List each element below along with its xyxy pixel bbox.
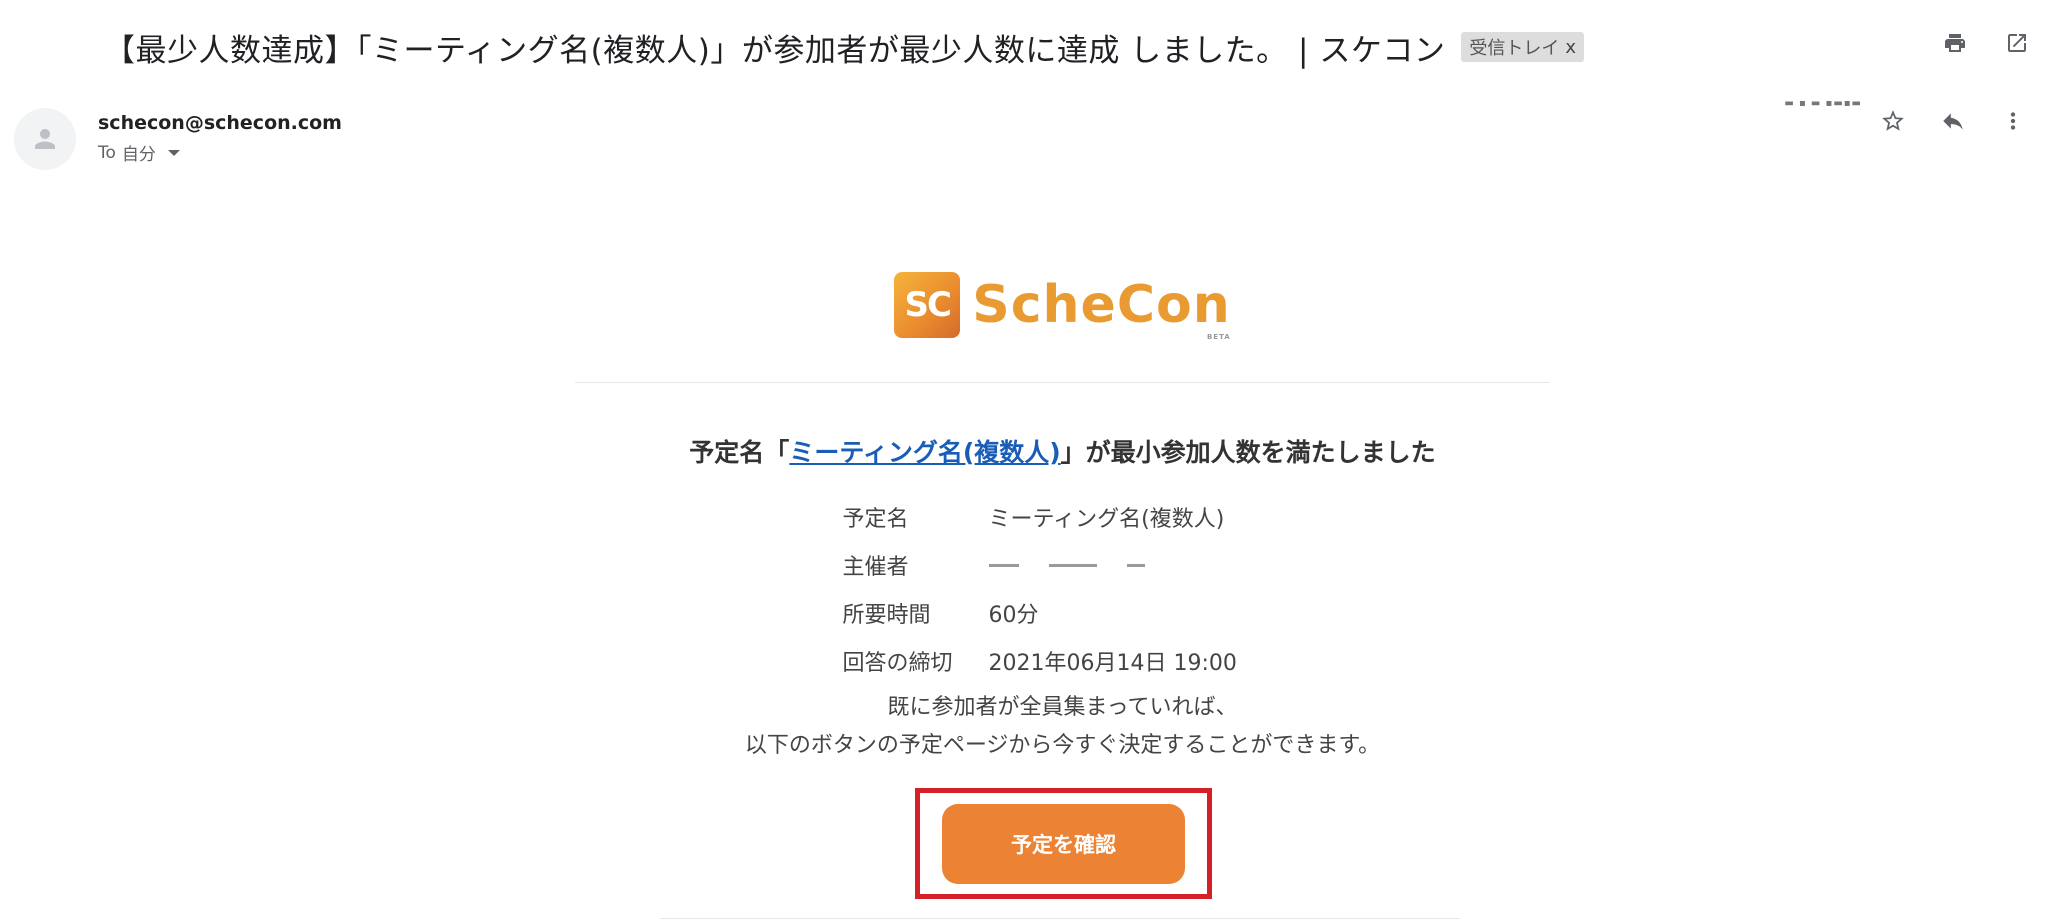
bottom-divider xyxy=(660,918,1460,919)
reply-icon[interactable] xyxy=(1938,106,1968,136)
redacted-mark xyxy=(988,564,1019,567)
schecon-logo: SC ScheCon BETA xyxy=(575,260,1550,350)
label-chip-close-icon[interactable]: x xyxy=(1565,37,1576,58)
confirm-schedule-button[interactable]: 予定を確認 xyxy=(942,803,1185,884)
detail-value: 60分 xyxy=(988,603,1039,628)
logo-text: ScheCon xyxy=(972,275,1231,335)
redacted-mark xyxy=(1126,564,1145,567)
logo-wordmark: ScheCon BETA xyxy=(972,275,1231,341)
avatar-person-icon xyxy=(35,129,55,149)
star-icon[interactable] xyxy=(1878,106,1908,136)
open-new-window-icon[interactable] xyxy=(2002,28,2032,58)
recipient-line: To 自分 xyxy=(98,140,180,165)
recipient-prefix: To xyxy=(98,142,116,163)
detail-label: 所要時間 xyxy=(842,603,931,628)
headline-prefix: 予定名「 xyxy=(689,438,790,467)
date-text-redacted: ▬ ▪ ▬ ▪▬▪▬ xyxy=(1784,98,1862,109)
note-line-1: 既に参加者が全員集まっていれば、 xyxy=(887,695,1238,720)
event-details: 予定名 ミーティング名(複数人) 主催者 所要時間 60分 回答の締切 2021… xyxy=(843,493,1283,685)
email-body-card: SC ScheCon BETA 予定名「ミーティング名(複数人)」が最小参加人数… xyxy=(575,260,1550,899)
label-chip-text: 受信トレイ xyxy=(1469,38,1560,59)
button-highlight-box: 予定を確認 xyxy=(915,788,1212,899)
detail-value-redacted xyxy=(988,553,1283,578)
sender-address: schecon@schecon.com xyxy=(98,112,342,134)
divider xyxy=(575,382,1550,383)
recipient-name: 自分 xyxy=(121,145,156,165)
detail-row: 主催者 xyxy=(843,541,1283,589)
headline-suffix: 」が最小参加人数を満たしました xyxy=(1060,438,1436,467)
message-actions xyxy=(1878,106,2028,136)
top-actions xyxy=(1940,28,2032,58)
note-line-2: 以下のボタンの予定ページから今すぐ決定することができます。 xyxy=(744,733,1381,758)
email-subject: 【最少人数達成】「ミーティング名(複数人)」が参加者が最少人数に達成 しました。… xyxy=(104,32,1446,69)
detail-value: 2021年06月14日 19:00 xyxy=(988,651,1237,676)
detail-label: 予定名 xyxy=(842,507,909,532)
more-vert-icon[interactable] xyxy=(1998,106,2028,136)
label-chip-inbox[interactable]: 受信トレイ x xyxy=(1461,32,1584,62)
logo-sub: BETA xyxy=(1206,333,1231,341)
detail-value: ミーティング名(複数人) xyxy=(988,507,1225,532)
instruction-note: 既に参加者が全員集まっていれば、 以下のボタンの予定ページから今すぐ決定すること… xyxy=(575,689,1550,765)
dropdown-caret-icon[interactable] xyxy=(167,149,180,156)
detail-row: 所要時間 60分 xyxy=(843,589,1283,637)
sender-avatar[interactable] xyxy=(14,108,76,170)
detail-label: 主催者 xyxy=(842,555,909,580)
detail-row: 回答の締切 2021年06月14日 19:00 xyxy=(843,637,1283,685)
print-icon[interactable] xyxy=(1940,28,1970,58)
logo-mark-text: SC xyxy=(904,285,952,325)
subject-row: 【最少人数達成】「ミーティング名(複数人)」が参加者が最少人数に達成 しました。… xyxy=(104,22,1584,72)
detail-row: 予定名 ミーティング名(複数人) xyxy=(843,493,1283,541)
logo-mark: SC xyxy=(894,272,961,338)
event-link[interactable]: ミーティング名(複数人) xyxy=(789,438,1060,467)
redacted-mark xyxy=(1048,564,1097,567)
headline: 予定名「ミーティング名(複数人)」が最小参加人数を満たしました xyxy=(575,433,1550,469)
detail-label: 回答の締切 xyxy=(842,651,953,676)
